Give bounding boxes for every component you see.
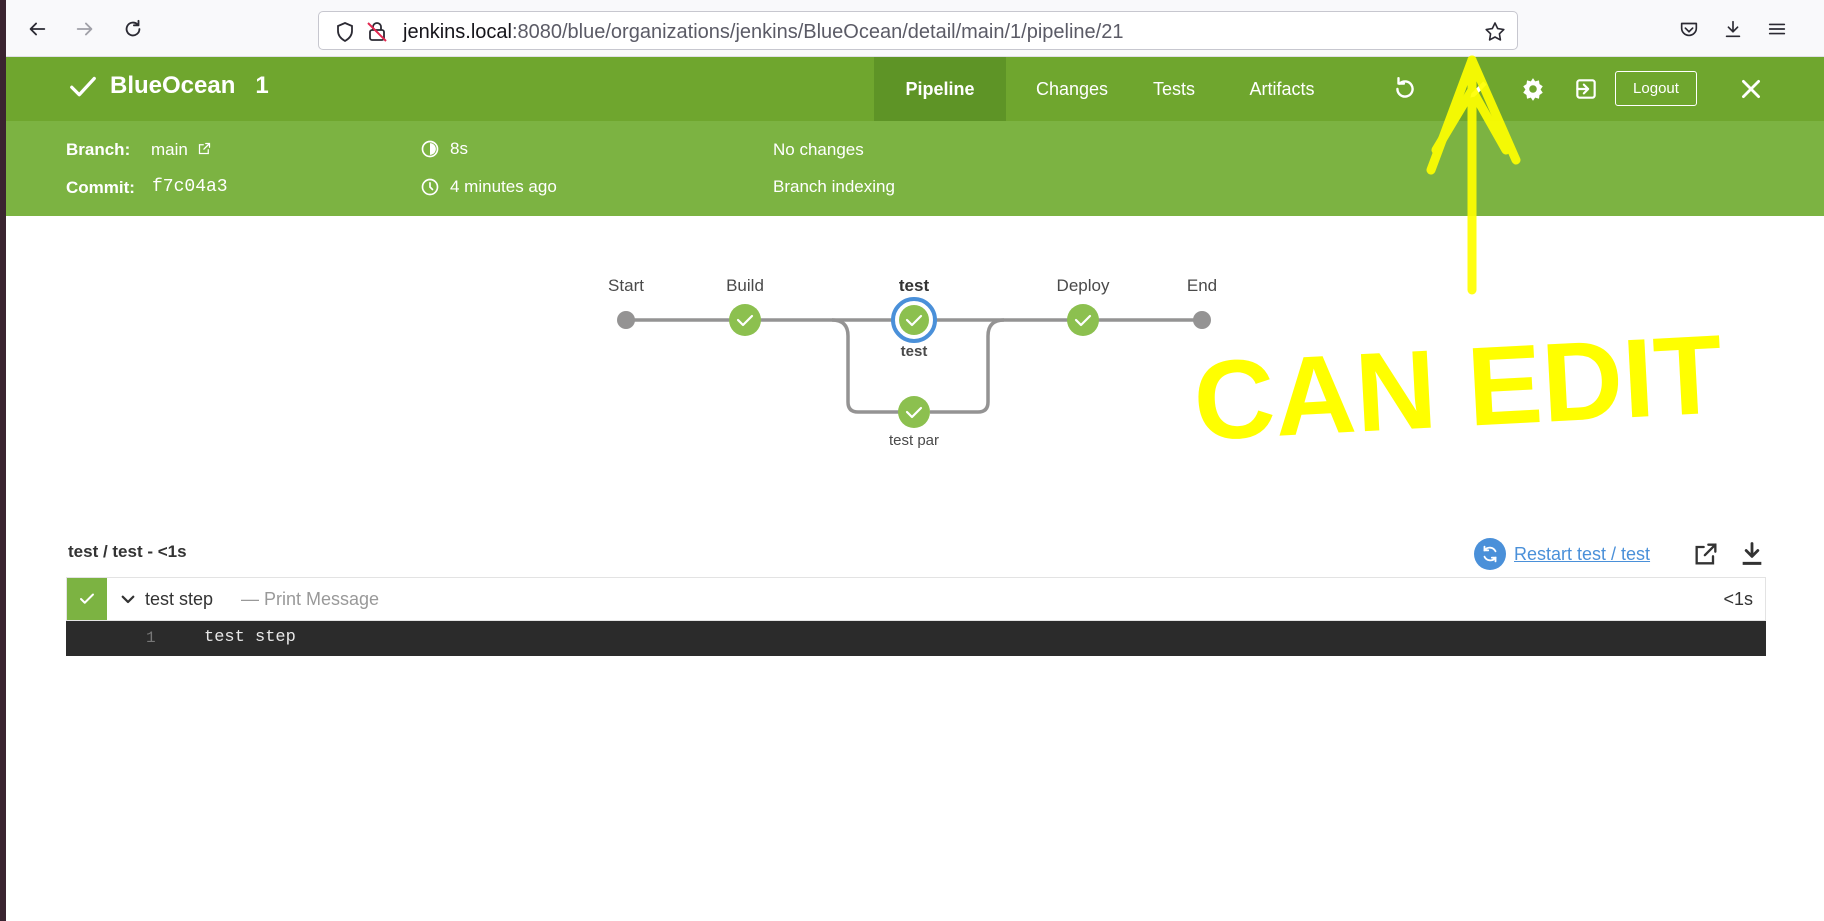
clock-icon [421, 178, 439, 196]
branch-label-test-par[interactable]: test par [889, 432, 939, 449]
restart-stage-link[interactable]: Restart test / test [1474, 538, 1650, 570]
stage-node-test-par[interactable] [898, 396, 930, 428]
back-button[interactable] [20, 12, 54, 46]
go-to-classic-button[interactable] [1571, 74, 1601, 104]
bookmark-star-icon[interactable] [1483, 20, 1507, 44]
logout-button[interactable]: Logout [1615, 71, 1697, 106]
external-link-icon [198, 142, 210, 155]
stage-label-build[interactable]: Build [726, 276, 764, 296]
branch-label: Branch: [66, 140, 131, 159]
edit-button[interactable] [1464, 74, 1494, 104]
app-menu-button[interactable] [1760, 12, 1794, 46]
stage-label-test[interactable]: test [899, 276, 929, 296]
hamburger-menu-icon [1768, 23, 1786, 35]
tab-pipeline[interactable]: Pipeline [874, 57, 1006, 121]
shield-icon[interactable] [333, 20, 357, 44]
commit-value: f7c04a3 [152, 177, 228, 197]
browser-window: jenkins.local:8080/blue/organizations/je… [6, 0, 1824, 921]
branch-value: main [151, 140, 188, 159]
reload-icon [125, 19, 141, 37]
run-number: 1 [255, 72, 269, 99]
stage-node-start[interactable] [617, 311, 635, 329]
success-check-icon [80, 593, 94, 604]
step-duration: <1s [1723, 589, 1753, 609]
settings-button[interactable] [1518, 74, 1548, 104]
tab-artifacts[interactable]: Artifacts [1224, 57, 1340, 121]
downloads-button[interactable] [1716, 12, 1750, 46]
open-in-new-icon [1695, 543, 1717, 565]
download-log-button[interactable] [1736, 538, 1768, 570]
stage-node-build[interactable] [729, 304, 761, 336]
chevron-down-icon[interactable] [119, 590, 137, 608]
close-icon [1742, 80, 1760, 98]
replay-icon [1396, 76, 1414, 98]
browser-toolbar: jenkins.local:8080/blue/organizations/je… [6, 0, 1824, 57]
url-path: :8080/blue/organizations/jenkins/BlueOce… [511, 21, 1124, 43]
run-header: BlueOcean 1 Pipeline Changes Tests Artif… [6, 57, 1824, 121]
download-icon [1742, 542, 1762, 565]
exit-to-app-icon [1576, 79, 1596, 99]
url-host: jenkins.local [403, 21, 512, 43]
log-line-number[interactable]: 1 [146, 629, 156, 647]
step-row[interactable]: test step — Print Message <1s [66, 577, 1766, 621]
pocket-button[interactable] [1672, 12, 1706, 46]
stage-label-end: End [1186, 276, 1218, 295]
download-icon [1725, 20, 1741, 38]
run-details: Branch: main Commit: f7c04a3 8s 4 minute… [6, 121, 1824, 216]
run-title: BlueOcean 1 [68, 71, 269, 101]
duration-icon [421, 140, 439, 158]
pocket-icon [1680, 22, 1698, 37]
duration-value: 8s [450, 139, 468, 158]
step-description: — Print Message [241, 589, 380, 609]
reload-button[interactable] [116, 12, 150, 46]
branch-label-test[interactable]: test [901, 343, 928, 360]
arrow-left-icon [29, 22, 46, 36]
address-bar[interactable]: jenkins.local:8080/blue/organizations/je… [318, 11, 1518, 50]
stage-label-start: Start [608, 276, 644, 295]
stage-node-test[interactable] [891, 297, 937, 343]
started-time: 4 minutes ago [420, 177, 557, 197]
stage-node-end[interactable] [1193, 311, 1211, 329]
stage-label-deploy[interactable]: Deploy [1057, 276, 1110, 296]
insecure-lock-icon[interactable] [365, 20, 389, 44]
replay-button[interactable] [1390, 74, 1420, 104]
open-log-button[interactable] [1690, 538, 1722, 570]
changes-summary: No changes [773, 140, 864, 159]
stage-node-deploy[interactable] [1067, 304, 1099, 336]
run-cause: Branch indexing [773, 177, 895, 196]
edit-icon [1470, 81, 1487, 98]
step-name: test step [145, 589, 214, 609]
restart-icon [1474, 538, 1506, 570]
pipeline-name[interactable]: BlueOcean [110, 72, 235, 100]
success-check-icon [70, 76, 96, 97]
url-text[interactable]: jenkins.local:8080/blue/organizations/je… [403, 21, 1123, 44]
log-title: test / test - <1s [68, 542, 187, 561]
branch-link[interactable]: main [151, 140, 212, 160]
log-console: 1 test step [66, 621, 1766, 656]
commit-label: Commit: [66, 178, 135, 197]
settings-icon [1523, 78, 1543, 101]
arrow-right-icon [76, 22, 93, 36]
restart-label: Restart test / test [1514, 543, 1651, 564]
parallel-branch-out [930, 318, 1005, 414]
duration: 8s [420, 139, 468, 159]
tab-tests[interactable]: Tests [1134, 57, 1214, 121]
close-button[interactable] [1736, 74, 1766, 104]
pipeline-graph: Start Build test test test par Deploy En… [6, 216, 1824, 476]
started-value: 4 minutes ago [450, 177, 557, 196]
tab-changes[interactable]: Changes [1020, 57, 1124, 121]
step-status [67, 578, 107, 620]
forward-button[interactable] [68, 12, 102, 46]
log-line-text: test step [204, 628, 296, 647]
